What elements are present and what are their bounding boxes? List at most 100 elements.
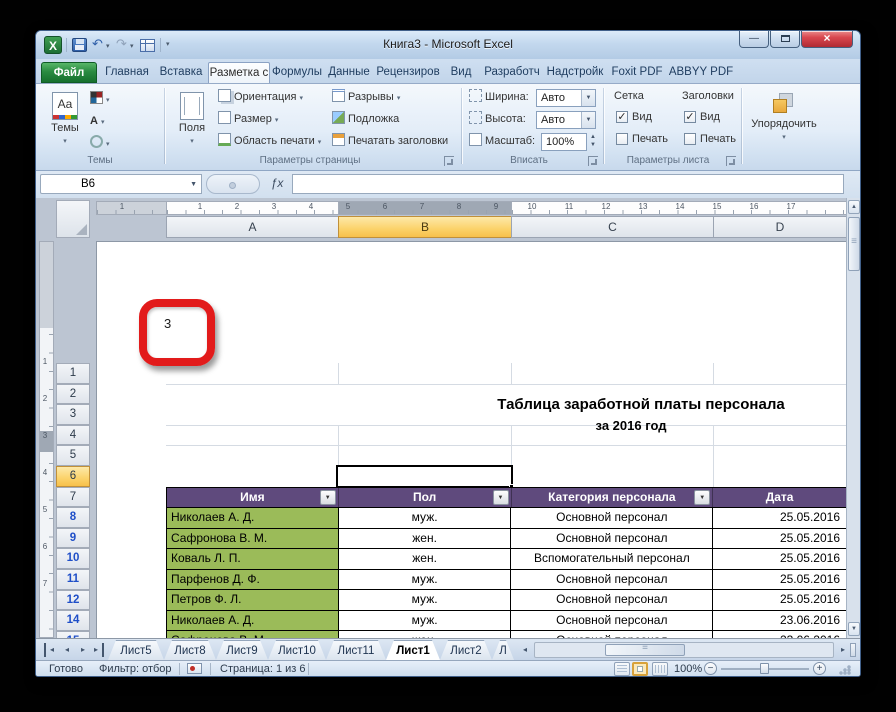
resize-grip[interactable] (839, 665, 851, 675)
tab-addins[interactable]: Надстройк (544, 62, 606, 83)
maximize-button[interactable] (770, 31, 800, 48)
sheet-tab-cut[interactable]: Л (492, 640, 514, 660)
column-header-b[interactable]: B (338, 216, 512, 238)
tab-scroll-left-icon[interactable]: ◂ (518, 643, 532, 657)
cell-gender[interactable]: муж. (339, 590, 512, 610)
view-page-layout-button[interactable] (632, 662, 648, 676)
cell-gender[interactable]: жен. (339, 549, 512, 569)
cell-date[interactable]: 25.05.2016 (713, 570, 846, 590)
tab-split-handle[interactable] (850, 643, 856, 657)
gridlines-view-checkbox[interactable]: ✓ (616, 111, 628, 123)
chevron-down-icon[interactable]: ▼ (581, 112, 595, 128)
sheet-tab[interactable]: Лист9 (216, 640, 268, 660)
row-header[interactable]: 1 (56, 363, 90, 384)
cell-name[interactable]: Петров Ф. Л. (167, 590, 339, 610)
sheet-tab[interactable]: Лист2 (440, 640, 492, 660)
cell-date[interactable]: 25.05.2016 (713, 549, 846, 569)
themes-button[interactable]: Aa Темы ▾ (44, 87, 86, 153)
view-normal-button[interactable] (614, 662, 630, 676)
column-header-a[interactable]: A (166, 216, 339, 238)
headings-print-checkbox[interactable] (684, 133, 696, 145)
cell-category[interactable]: Основной персонал (511, 528, 714, 548)
cell-gender[interactable]: муж. (339, 610, 512, 630)
zoom-in-icon[interactable]: + (813, 662, 826, 675)
sheet-tab[interactable]: Лист5 (108, 640, 164, 660)
row-header[interactable]: 12 (56, 589, 90, 611)
cell-gender[interactable]: муж. (339, 508, 512, 528)
size-button[interactable]: Размер ▾ (218, 109, 278, 129)
cell-date[interactable]: 23.06.2016 (713, 631, 846, 638)
prev-sheet-icon[interactable]: ◂ (60, 643, 74, 657)
cell-name[interactable]: Сафронова В. М. (167, 528, 339, 548)
filter-dropdown-icon[interactable]: ▼ (319, 490, 336, 505)
cell-name[interactable]: Николаев А. Д. (167, 610, 339, 630)
print-area-button[interactable]: Область печати ▾ (218, 131, 321, 151)
width-combo[interactable]: Авто ▼ (536, 89, 596, 107)
tab-foxit-pdf[interactable]: Foxit PDF (606, 62, 668, 83)
minimize-button[interactable]: — (739, 31, 769, 48)
theme-colors-button[interactable]: ▾ (90, 89, 124, 109)
theme-fonts-button[interactable]: A ▾ (90, 111, 124, 131)
insert-function-button[interactable]: ƒx (264, 174, 290, 194)
scroll-down-icon[interactable]: ▼ (848, 622, 860, 636)
first-sheet-icon[interactable]: ◂ (44, 643, 58, 657)
cell-name[interactable]: Николаев А. Д. (167, 508, 339, 528)
cell-name[interactable]: Коваль Л. П. (167, 549, 339, 569)
tab-data[interactable]: Данные (324, 62, 374, 83)
cell-category[interactable]: Основной персонал (511, 569, 714, 589)
cell-category[interactable]: Основной персонал (511, 508, 714, 528)
gridlines-print-checkbox[interactable] (616, 133, 628, 145)
tab-view[interactable]: Вид (442, 62, 480, 83)
row-header[interactable]: 4 (56, 424, 90, 446)
print-titles-button[interactable]: Печатать заголовки (332, 131, 448, 151)
scroll-up-icon[interactable]: ▲ (848, 200, 860, 214)
row-header[interactable]: 8 (56, 507, 90, 528)
row-header[interactable]: 14 (56, 610, 90, 631)
formula-bar-grip[interactable] (206, 174, 260, 194)
page-setup-dialog-launcher[interactable] (444, 156, 454, 166)
orientation-button[interactable]: Ориентация ▾ (218, 87, 303, 107)
row-header[interactable]: 15 (56, 630, 90, 638)
tab-page-layout[interactable]: Разметка с (208, 62, 270, 83)
column-header-d[interactable]: D (713, 216, 847, 238)
arrange-button[interactable]: Упорядочить ▾ (748, 87, 820, 153)
row-header[interactable]: 2 (56, 383, 90, 405)
close-button[interactable]: × (801, 31, 853, 48)
margins-button[interactable]: Поля ▾ (172, 87, 212, 153)
breaks-button[interactable]: Разрывы ▾ (332, 87, 400, 107)
cell-gender[interactable]: жен. (339, 631, 512, 638)
last-sheet-icon[interactable]: ▸ (90, 643, 104, 657)
vertical-scrollbar[interactable]: ▲ ▼ (846, 198, 860, 638)
view-page-break-button[interactable] (652, 662, 668, 676)
cell-date[interactable]: 25.05.2016 (713, 529, 846, 549)
cell-date[interactable]: 25.05.2016 (713, 590, 846, 610)
column-header-c[interactable]: C (511, 216, 714, 238)
filter-dropdown-icon[interactable]: ▼ (694, 490, 711, 505)
cell-gender[interactable]: жен. (339, 528, 512, 548)
sheet-tab-active[interactable]: Лист1 (386, 640, 440, 660)
cell-category[interactable]: Вспомогательный персонал (511, 549, 714, 569)
cell-category[interactable]: Основной персонал (511, 631, 714, 638)
select-all-button[interactable] (56, 200, 90, 238)
cell-date[interactable]: 25.05.2016 (713, 508, 846, 528)
sheet-options-dialog-launcher[interactable] (726, 156, 736, 166)
height-combo[interactable]: Авто ▼ (536, 111, 596, 129)
theme-effects-button[interactable]: ▾ (90, 133, 124, 153)
tab-developer[interactable]: Разработч (480, 62, 544, 83)
cell-category[interactable]: Основной персонал (511, 610, 714, 630)
background-button[interactable]: Подложка (332, 109, 399, 129)
tab-home[interactable]: Главная (100, 62, 154, 83)
filter-dropdown-icon[interactable]: ▼ (492, 490, 509, 505)
name-box-dropdown-icon[interactable]: ▼ (190, 175, 197, 194)
sheet-tab[interactable]: Лист10 (268, 640, 326, 660)
cell-name[interactable]: Сафронова В. М. (167, 631, 339, 638)
tab-formulas[interactable]: Формулы (270, 62, 324, 83)
chevron-down-icon[interactable]: ▼ (581, 90, 595, 106)
row-header[interactable]: 3 (56, 404, 90, 425)
cell-name[interactable]: Парфенов Д. Ф. (167, 569, 339, 589)
row-header[interactable]: 9 (56, 527, 90, 549)
fit-dialog-launcher[interactable] (588, 156, 598, 166)
row-header-selected[interactable]: 6 (56, 466, 90, 487)
cell-category[interactable]: Основной персонал (511, 590, 714, 610)
scale-spinner[interactable]: ▲ ▼ (588, 133, 598, 151)
